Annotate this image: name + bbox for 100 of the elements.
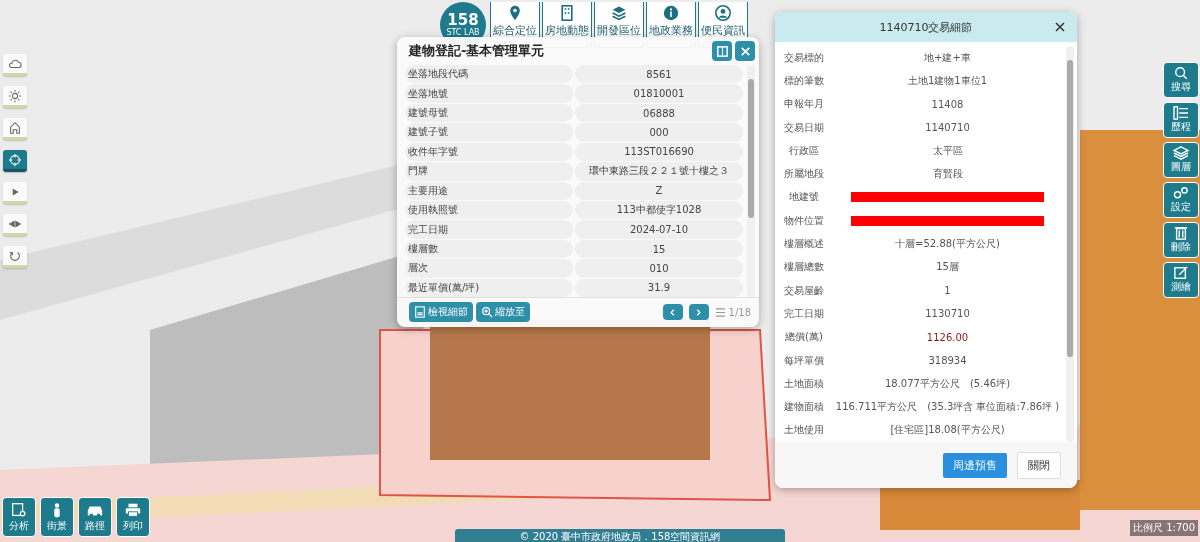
close-button[interactable] [1054, 21, 1067, 34]
field-value: 1140710 [924, 122, 971, 134]
tool-button[interactable]: 歷程 [1163, 102, 1199, 138]
field-label: 每坪單價 [783, 353, 825, 368]
window-icon [715, 44, 729, 58]
tool-button[interactable]: 街景 [40, 497, 74, 537]
rotate-button[interactable] [3, 246, 27, 268]
layers-icon [611, 5, 627, 21]
field-label: 完工日期 [783, 306, 825, 321]
layers-icon [1172, 146, 1190, 160]
pin-icon [507, 5, 523, 21]
field-label: 總價(萬) [784, 330, 824, 345]
tool-button[interactable]: 圖層 [1163, 142, 1199, 178]
tool-button[interactable]: 路徑 [78, 497, 112, 537]
field-value: 11408 [930, 98, 965, 110]
field-label: 交易日期 [783, 120, 825, 135]
field-label: 物件位置 [783, 213, 825, 228]
field-value: 2024-07-10 [575, 220, 743, 239]
close-text-button[interactable]: 關閉 [1017, 451, 1061, 479]
field-value: 1 [943, 285, 952, 297]
close-icon [738, 44, 752, 58]
field-label: 標的筆數 [783, 73, 825, 88]
field-value: 15 [575, 239, 743, 259]
field-label: 建號母號 [405, 103, 573, 123]
user-icon [715, 5, 731, 21]
field-label: 主要用途 [405, 181, 573, 200]
price-value: 1126.00 [925, 331, 970, 343]
field-label: 地建號 [788, 190, 820, 205]
field-value: [住宅區]18.08(平方公尺) [889, 423, 1006, 438]
trash-icon [1172, 226, 1190, 240]
list-icon [1172, 106, 1190, 120]
play-button[interactable] [3, 182, 27, 204]
field-label: 樓層概述 [783, 237, 825, 251]
sun-icon [8, 88, 22, 103]
scrollbar[interactable] [1066, 46, 1074, 442]
field-value: 010 [575, 259, 743, 278]
field-label: 完工日期 [405, 220, 573, 239]
logo-number: 158 [447, 12, 479, 28]
tool-button[interactable]: 分析 [2, 497, 36, 537]
tool-button[interactable]: 搜尋 [1163, 62, 1199, 98]
next-button[interactable] [688, 304, 709, 320]
field-label: 坐落地號 [405, 84, 573, 103]
nearby-presale-button[interactable]: 周邊預售 [943, 452, 1007, 478]
pencil-icon [1172, 266, 1190, 280]
field-value: 環中東路三段２２１號十樓之３ [575, 162, 743, 181]
light-button[interactable] [3, 86, 27, 108]
field-label: 使用執照號 [405, 200, 573, 220]
field-value: 06888 [575, 103, 743, 123]
logo-subtitle: STC LAB [446, 27, 480, 38]
field-value: Z [575, 181, 743, 200]
field-value: 01810001 [575, 84, 743, 103]
field-label: 建號子號 [405, 123, 573, 142]
info-icon [663, 5, 679, 21]
field-value: 31.9 [575, 278, 743, 298]
panel-title: 1140710交易細節 [879, 19, 973, 35]
scrollbar[interactable] [747, 65, 755, 297]
view-details-button[interactable]: 檢視細節 [409, 302, 473, 322]
pan-button[interactable] [3, 214, 27, 236]
field-label: 交易屋齡 [783, 283, 825, 298]
map-scale: 比例尺 1:700 [1130, 520, 1198, 536]
field-value: 113ST016690 [575, 142, 743, 162]
page-counter: 1/18 [728, 306, 751, 318]
field-value: 太平區 [931, 143, 964, 158]
printer-icon [124, 501, 142, 518]
field-value: 116.711平方公尺 (35.3坪含 車位面積:7.86坪 ) [834, 400, 1061, 415]
settings-icon [1172, 186, 1190, 200]
field-label: 申報年月 [783, 97, 825, 112]
zoom-to-button[interactable]: 縮放至 [476, 302, 530, 322]
field-label: 土地使用 [783, 423, 825, 438]
field-label: 交易標的 [783, 50, 825, 65]
field-value: 地+建+車 [923, 50, 972, 65]
previous-button[interactable] [662, 304, 683, 320]
tool-button[interactable]: 列印 [116, 497, 150, 537]
locate-button[interactable] [3, 150, 27, 172]
field-value: 十層=52.88(平方公尺) [894, 237, 1001, 251]
field-label: 行政區 [788, 143, 820, 158]
field-value: 育賢段 [931, 167, 964, 182]
chevron-right-icon [694, 307, 704, 317]
home-button[interactable] [3, 118, 27, 140]
field-label: 建物面積 [783, 400, 825, 415]
list-icon [714, 306, 726, 318]
tool-button[interactable]: 設定 [1163, 182, 1199, 218]
window-button[interactable] [712, 41, 732, 61]
field-value: 土地1建物1車位1 [906, 73, 989, 88]
field-label: 土地面積 [783, 376, 825, 391]
field-label: 門牌 [405, 162, 573, 181]
field-value: 15層 [935, 260, 960, 275]
field-label: 最近單價(萬/坪) [405, 278, 573, 298]
field-value: 1130710 [924, 308, 971, 320]
field-value: 000 [575, 123, 743, 142]
field-label: 樓層數 [405, 239, 573, 259]
tool-button[interactable]: 測繪 [1163, 262, 1199, 298]
magnifier-icon [481, 306, 493, 318]
document-icon [10, 501, 28, 518]
home-icon [8, 120, 22, 135]
weather-button[interactable] [3, 54, 27, 76]
field-label: 坐落地段代碼 [405, 65, 573, 84]
search-icon [1172, 66, 1190, 80]
field-value: 318934 [927, 355, 968, 366]
tool-button[interactable]: 刪除 [1163, 222, 1199, 258]
